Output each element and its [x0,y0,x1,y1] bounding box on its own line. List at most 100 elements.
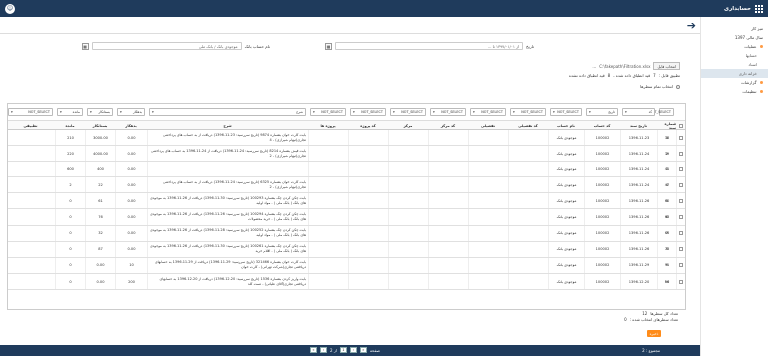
choose-file-button[interactable]: انتخاب فایل [653,62,680,70]
table-row[interactable]: 1 38 1396.11.23 100002 موجودی بانک بابت کارت … [8,130,685,147]
sidebar-item-label: عملیات [744,44,757,49]
sidebar-item-6[interactable]: گزارشات [701,78,768,87]
column-filter-value: بدهکار [132,110,142,114]
user-avatar-icon[interactable]: ☺ [5,3,15,14]
column-filter-select[interactable]: NOT_SELECT▾ [8,108,53,116]
column-filter-select[interactable]: NOT_SELECT▾ [310,108,346,116]
column-header[interactable]: مانده [55,121,85,130]
column-header[interactable]: کد تفضیلی [508,121,548,130]
column-filter-select[interactable]: تاریخ ▾ [586,108,618,116]
table-row[interactable]: 10 96 1396.12.20 100002 موجودی بانک بابت واری… [8,274,685,291]
sidebar: میز کار سال مالی 1397 عملیات حسابها اسناد خزا… [700,17,768,356]
row-checkbox[interactable] [676,146,685,162]
row-checkbox[interactable] [676,225,685,241]
back-arrow-icon[interactable]: ➔ [687,19,696,32]
cell-empty [508,209,548,225]
table-row[interactable]: 3 41 1396.11.24 100002 موجودی بانک 0.00 400 600 [8,162,685,177]
chevron-down-icon: ▾ [589,110,591,114]
table-row[interactable]: 8 73 1396.11.26 100002 موجودی بانک بابت چکن ک… [8,241,685,258]
chevron-down-icon: ▾ [152,110,154,114]
row-checkbox[interactable] [676,162,685,176]
column-header[interactable]: تاریخ سند [620,121,657,130]
next-page-button[interactable]: › [320,347,327,353]
column-filter-select[interactable]: کد ▾ [622,108,655,116]
page-current-input[interactable]: 1 [339,347,347,353]
table-row[interactable]: 9 91 1396.11.29 100002 موجودی بانک بابت کارت … [8,257,685,275]
app-brand[interactable]: حسابداری [724,4,763,13]
first-page-button[interactable]: « [359,347,367,353]
calendar-icon[interactable]: ▦ [81,42,89,50]
row-checkbox[interactable] [676,257,685,274]
row-checkbox[interactable] [676,241,685,257]
last-page-button[interactable]: » [310,347,317,353]
table-row[interactable]: 7 66 1396.11.26 100002 موجودی بانک بابت چکن ک… [8,225,685,242]
row-checkbox[interactable] [676,274,685,290]
selected-rows-label: تعداد سطرهای انتخاب شده : [629,317,678,322]
table-filter-row: NOT_SELECT▾کد▾تاریخ▾NOT_SELECT▾NOT_SELEC… [8,104,685,121]
column-filter-select[interactable]: شرح ▾ [149,108,306,116]
column-header[interactable]: بستانکار [85,121,115,130]
cell-date: 1396.12.20 [620,274,657,290]
grid-menu-icon[interactable] [755,4,763,13]
column-filter-select[interactable]: بستانکار ▾ [87,108,113,116]
row-checkbox[interactable] [676,176,685,193]
column-filter-select[interactable]: NOT_SELECT▾ [390,108,426,116]
table-header: شماره سند تاریخ سند کد حساب نام حساب کد تفضی… [8,121,685,130]
row-checkbox[interactable] [676,193,685,209]
column-filter-select[interactable]: NOT_SELECT▾ [647,108,674,116]
column-filter-select[interactable]: NOT_SELECT▾ [430,108,466,116]
date-input[interactable]: از ۱۳۹۷/۰۱/۰۱ تا ... [335,42,524,50]
column-header[interactable]: کد حساب [584,121,620,130]
cell-deb: 200 [115,274,147,290]
column-header[interactable]: تطبیقی [8,121,55,130]
column-filter-select[interactable]: بدهکار ▾ [117,108,145,116]
select-all-checkbox[interactable] [676,121,685,130]
cell-no: 91 [657,257,676,274]
column-header[interactable]: بدهکار [115,121,147,130]
column-header[interactable]: کد پروژه [348,121,388,130]
cell-deb: 0.00 [115,225,147,241]
column-header[interactable]: تفضیلی [468,121,508,130]
prev-page-button[interactable]: ‹ [349,347,357,353]
sidebar-item-2[interactable]: عملیات [701,42,768,51]
cell-empty [428,257,468,274]
cell-date: 1396.11.24 [620,176,657,193]
column-header[interactable]: شرح [147,121,308,130]
cell-empty [388,162,428,176]
table-row[interactable]: 2 39 1396.11.24 100002 موجودی بانک بابت فیش ب… [8,146,685,163]
column-filter-select[interactable]: مانده ▾ [57,108,83,116]
row-checkbox[interactable] [676,209,685,225]
column-header[interactable]: کد مرکز [428,121,468,130]
table-row[interactable]: 4 47 1396.11.24 100002 موجودی بانک بابت کارت … [8,176,685,194]
column-header[interactable]: پروژه ها [308,121,348,130]
column-filter-select[interactable]: NOT_SELECT▾ [550,108,582,116]
table-row[interactable]: 6 63 1396.11.26 100002 موجودی بانک بابت چکن ک… [8,209,685,226]
cell-empty [348,241,388,257]
sidebar-item-7[interactable]: تنظیمات [701,87,768,96]
cell-no: 39 [657,146,676,162]
table-row[interactable]: 5 60 1396.11.26 100002 موجودی بانک بابت چکن ک… [8,193,685,210]
sidebar-item-5[interactable]: خزانه داری [701,69,768,78]
column-filter-value: NOT_SELECT [481,110,503,114]
cell-no: 60 [657,193,676,209]
save-button[interactable]: ذخیره [647,330,661,337]
chevron-down-icon: ▾ [393,110,395,114]
sidebar-item-4[interactable]: اسناد [701,60,768,69]
sidebar-item-0[interactable]: میز کار [701,24,768,33]
column-header[interactable]: نام حساب [548,121,584,130]
sidebar-item-3[interactable]: حسابها [701,51,768,60]
select-all-radio[interactable] [676,84,680,89]
bank-account-input[interactable]: موجودی بانک / بانک ملی [91,42,242,50]
sidebar-item-1[interactable]: سال مالی 1397 [701,33,768,42]
cell-empty [348,176,388,193]
column-header[interactable]: شماره سند [657,121,676,130]
column-filter-select[interactable]: NOT_SELECT▾ [350,108,386,116]
column-filter-select[interactable]: NOT_SELECT▾ [510,108,546,116]
cell-date: 1396.11.26 [620,209,657,225]
select-all-label: انتخاب تمام سطرها [640,84,673,89]
column-header[interactable]: مرکز [388,121,428,130]
row-checkbox[interactable] [676,130,685,146]
calendar-icon[interactable]: ▦ [325,42,333,50]
column-filter-select[interactable]: NOT_SELECT▾ [470,108,506,116]
cell-bal: 0 [55,274,85,290]
